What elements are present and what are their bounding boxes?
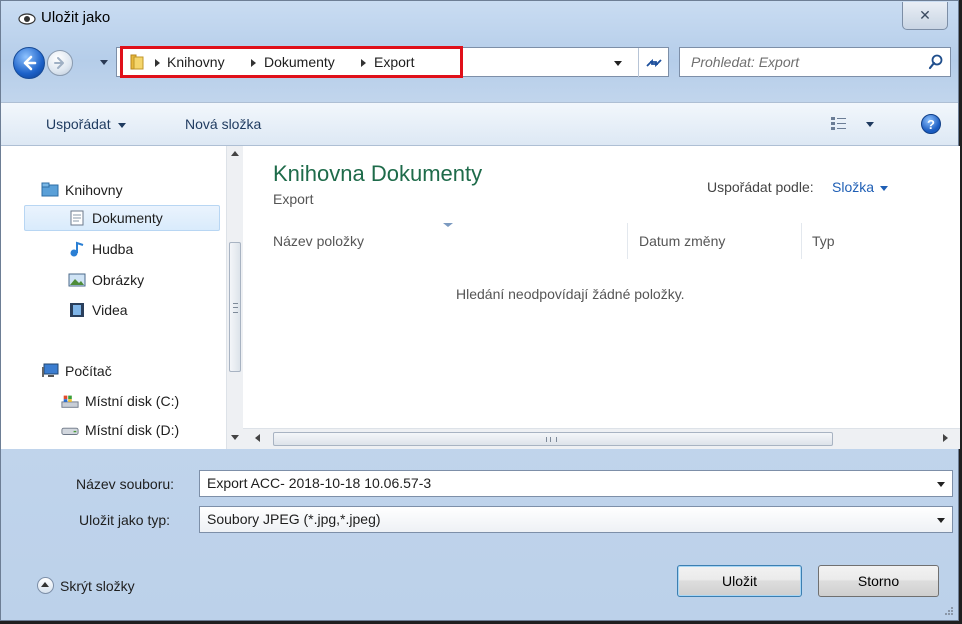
search-icon[interactable]: [928, 54, 944, 70]
filetype-select[interactable]: Soubory JPEG (*.jpg,*.jpeg): [199, 506, 953, 533]
computer-icon: [42, 363, 59, 377]
folder-icon: [130, 54, 144, 70]
address-dropdown-icon[interactable]: [614, 61, 622, 66]
nav-item-music[interactable]: Hudba: [68, 236, 133, 262]
command-toolbar: Uspořádat Nová složka ?: [1, 102, 958, 146]
drive-icon: [61, 427, 79, 435]
new-folder-button[interactable]: Nová složka: [185, 116, 261, 132]
close-icon: ✕: [919, 7, 931, 23]
breadcrumb-separator-icon[interactable]: [251, 59, 256, 67]
libraries-icon: [41, 182, 59, 197]
nav-item-documents[interactable]: Dokumenty: [68, 205, 163, 231]
file-list-horizontal-scrollbar[interactable]: [243, 428, 960, 449]
breadcrumb-separator-icon[interactable]: [155, 59, 160, 67]
chevron-down-icon[interactable]: [937, 482, 945, 487]
navigation-row: Knihovny Dokumenty Export Prohledat: Exp…: [1, 46, 958, 81]
arrow-left-icon: [23, 55, 37, 71]
collapse-up-icon: [37, 577, 54, 594]
pictures-icon: [68, 273, 86, 287]
column-header-name[interactable]: Název položky: [273, 233, 364, 249]
library-title: Knihovna Dokumenty: [273, 161, 483, 186]
empty-results-message: Hledání neodpovídají žádné položky.: [456, 286, 685, 302]
refresh-icon: [645, 58, 662, 68]
horizontal-scrollbar-thumb[interactable]: [273, 432, 833, 446]
search-input[interactable]: Prohledat: Export: [691, 54, 799, 70]
back-button[interactable]: [13, 47, 45, 79]
chevron-down-icon[interactable]: [937, 518, 945, 523]
address-bar[interactable]: Knihovny Dokumenty Export: [116, 47, 669, 78]
close-button[interactable]: ✕: [902, 2, 948, 30]
cancel-button[interactable]: Storno: [818, 565, 939, 597]
breadcrumb-separator-icon[interactable]: [361, 59, 366, 67]
nav-item-drive-c[interactable]: Místní disk (C:): [61, 388, 179, 414]
scroll-right-icon[interactable]: [943, 434, 948, 442]
arrange-by-dropdown[interactable]: Složka: [832, 179, 889, 195]
breadcrumb-documents[interactable]: Dokumenty: [264, 54, 335, 70]
filename-field[interactable]: Export ACC- 2018-10-18 10.06.57-3: [199, 470, 953, 497]
forward-button[interactable]: [47, 50, 73, 76]
library-subtitle: Export: [273, 191, 314, 207]
hide-folders-toggle[interactable]: Skrýt složky: [37, 577, 135, 594]
column-header-date[interactable]: Datum změny: [639, 233, 725, 249]
breadcrumb-export[interactable]: Export: [374, 54, 414, 70]
title-bar: Uložit jako ✕: [1, 1, 958, 39]
chevron-down-icon: [117, 122, 126, 128]
eye-icon: [18, 13, 36, 25]
music-icon: [70, 241, 84, 257]
sort-indicator-icon: [443, 223, 453, 227]
save-as-dialog: Uložit jako ✕ Knihovny Dokumenty Export …: [0, 0, 960, 621]
history-dropdown-icon[interactable]: [100, 60, 108, 65]
arrow-right-icon: [54, 57, 64, 69]
scrollbar-thumb[interactable]: [229, 242, 241, 372]
arrange-by-label: Uspořádat podle:: [707, 179, 814, 195]
nav-item-pictures[interactable]: Obrázky: [68, 267, 144, 293]
nav-item-drive-d[interactable]: Místní disk (D:): [61, 417, 179, 443]
system-drive-icon: [61, 395, 79, 408]
organize-menu[interactable]: Uspořádat: [46, 116, 126, 132]
search-box[interactable]: Prohledat: Export: [679, 47, 951, 77]
nav-item-computer[interactable]: Počítač: [41, 358, 112, 384]
filetype-label: Uložit jako typ:: [79, 512, 171, 528]
help-icon[interactable]: ?: [921, 114, 941, 134]
column-separator[interactable]: [627, 223, 628, 259]
scroll-up-icon[interactable]: [231, 151, 239, 156]
nav-item-libraries[interactable]: Knihovny: [41, 177, 123, 203]
documents-icon: [70, 210, 84, 226]
filename-label: Název souboru:: [76, 476, 175, 492]
breadcrumb-libraries[interactable]: Knihovny: [167, 54, 225, 70]
view-options-icon[interactable]: [830, 115, 878, 133]
save-button[interactable]: Uložit: [677, 565, 802, 597]
nav-item-videos[interactable]: Videa: [68, 297, 128, 323]
nav-pane-scrollbar[interactable]: [226, 146, 243, 449]
column-header-type[interactable]: Typ: [812, 233, 835, 249]
scroll-down-icon[interactable]: [231, 435, 239, 440]
videos-icon: [70, 303, 84, 317]
refresh-button[interactable]: [638, 48, 668, 78]
column-separator[interactable]: [801, 223, 802, 259]
scroll-left-icon[interactable]: [255, 434, 260, 442]
window-title: Uložit jako: [41, 9, 111, 26]
resize-grip-icon[interactable]: [944, 606, 954, 616]
chevron-down-icon: [880, 185, 889, 191]
